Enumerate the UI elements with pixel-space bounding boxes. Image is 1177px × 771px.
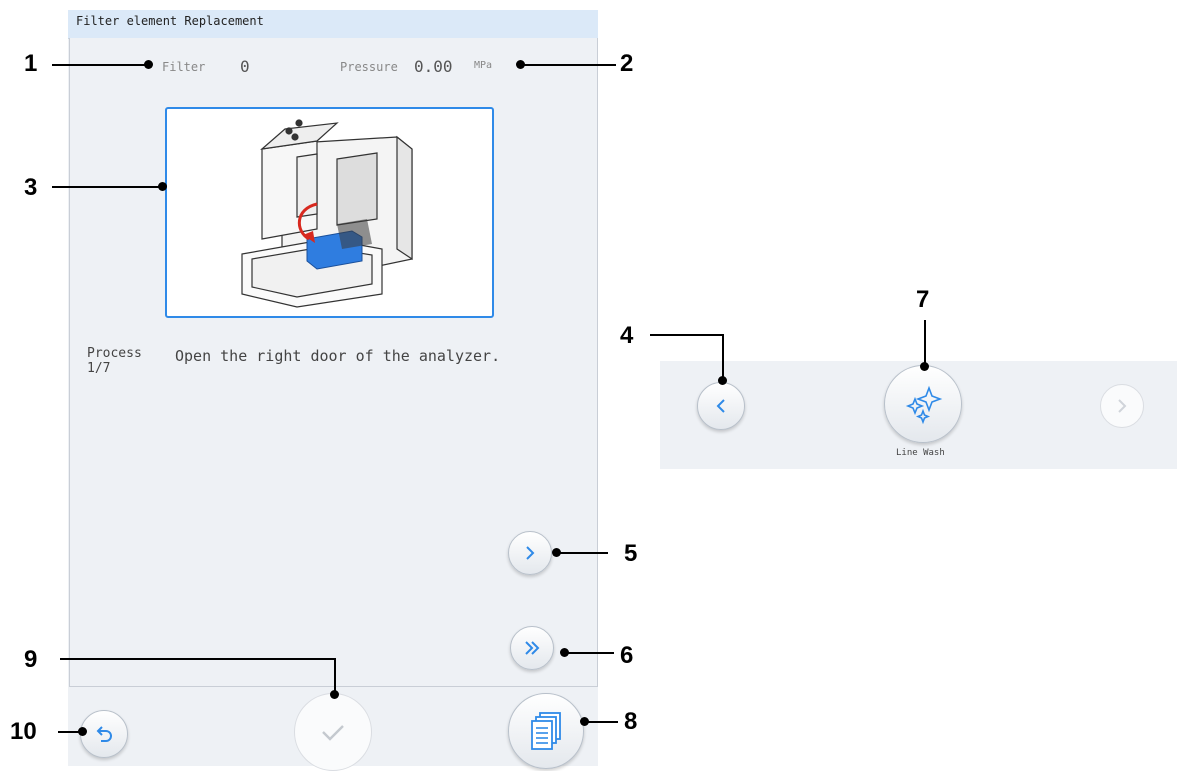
callout-9-dot — [330, 690, 339, 699]
document-stack-icon — [531, 712, 561, 750]
callout-6-line — [566, 652, 614, 654]
callout-3-line — [52, 186, 162, 188]
callout-1-line — [52, 64, 148, 66]
line-wash-button[interactable] — [884, 365, 962, 443]
callout-2-line — [520, 64, 616, 66]
previous-button[interactable] — [697, 382, 745, 430]
callout-7-line — [924, 320, 926, 364]
back-button[interactable] — [80, 710, 128, 758]
line-wash-label: Line Wash — [896, 448, 945, 458]
chevron-right-icon — [526, 546, 535, 560]
callout-2: 2 — [620, 50, 634, 77]
analyzer-drawing — [241, 119, 413, 308]
filter-label: Filter — [162, 60, 206, 74]
callout-4-dot — [718, 376, 727, 385]
pressure-label: Pressure — [340, 60, 398, 74]
pressure-unit: MPa — [474, 60, 493, 71]
callout-2-dot — [516, 60, 525, 69]
manual-button[interactable] — [508, 693, 584, 769]
callout-5-dot — [552, 548, 561, 557]
double-chevron-right-icon — [525, 641, 540, 655]
callout-5: 5 — [624, 540, 638, 567]
callout-9: 9 — [24, 646, 38, 673]
filter-value: 0 — [240, 57, 250, 76]
callout-10-dot — [78, 727, 87, 736]
page-title: Filter element Replacement — [76, 14, 264, 28]
checkmark-icon — [322, 725, 344, 741]
chevron-right-icon — [1118, 399, 1127, 413]
callout-9-line — [60, 658, 336, 660]
callout-7: 7 — [916, 286, 930, 313]
pressure-value: 0.00 — [414, 57, 453, 76]
skip-to-end-button[interactable] — [510, 626, 554, 670]
sparkle-icon — [905, 385, 943, 425]
callout-8-dot — [580, 717, 589, 726]
chevron-left-icon — [716, 399, 725, 413]
callout-8: 8 — [624, 708, 638, 735]
callout-10: 10 — [10, 718, 37, 745]
callout-4-line — [650, 334, 724, 336]
process-step: 1/7 — [87, 361, 111, 376]
callout-3: 3 — [24, 174, 38, 201]
instruction-text: Open the right door of the analyzer. — [175, 347, 501, 365]
process-label: Process — [87, 346, 142, 361]
procedure-illustration — [165, 107, 494, 318]
callout-4-vline — [722, 334, 724, 380]
next-step-button[interactable] — [508, 531, 552, 575]
callout-8-line — [584, 721, 618, 723]
undo-arrow-icon — [96, 726, 112, 742]
callout-5-line — [556, 552, 608, 554]
next-button-disabled[interactable] — [1100, 384, 1144, 428]
callout-9-vline — [334, 658, 336, 694]
callout-4: 4 — [620, 322, 634, 349]
callout-3-dot — [158, 182, 167, 191]
callout-1-dot — [144, 60, 153, 69]
ok-button[interactable] — [294, 693, 372, 771]
callout-6: 6 — [620, 642, 634, 669]
callout-7-dot — [920, 362, 929, 371]
callout-6-dot — [560, 648, 569, 657]
callout-1: 1 — [24, 50, 38, 77]
